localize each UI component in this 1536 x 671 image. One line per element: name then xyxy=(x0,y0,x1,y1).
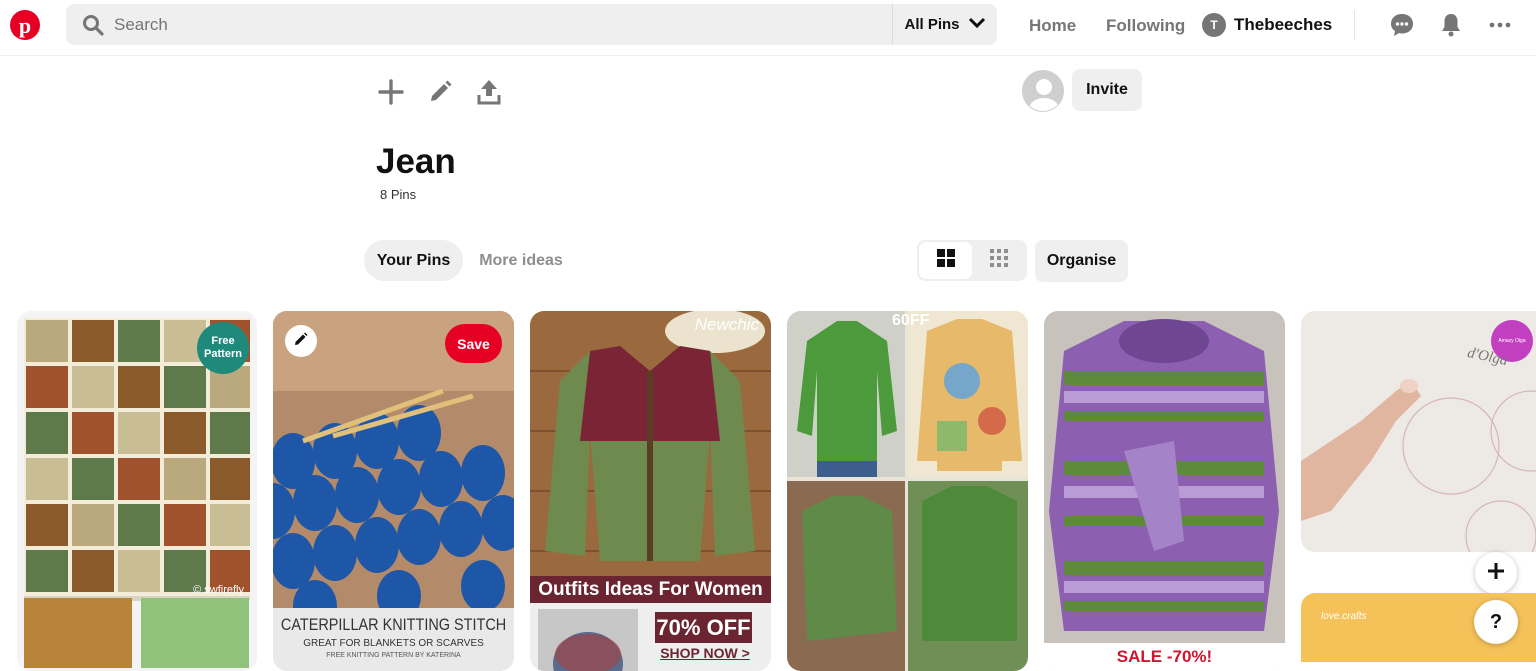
pin-brand-label: love.crafts xyxy=(1321,611,1367,622)
pin-image-tertiary xyxy=(141,598,249,668)
edit-pencil-icon[interactable] xyxy=(425,77,455,107)
svg-text:p: p xyxy=(19,13,31,38)
user-name: Thebeeches xyxy=(1234,15,1333,34)
pin-image xyxy=(1044,311,1285,643)
pencil-icon xyxy=(294,332,308,351)
promo-label: 70% OFF xyxy=(655,612,752,643)
default-grid-view-button[interactable] xyxy=(919,242,972,279)
pin-caption-subtitle: GREAT FOR BLANKETS OR SCARVES xyxy=(303,638,484,649)
plus-icon xyxy=(1487,562,1505,585)
more-options-icon[interactable] xyxy=(1487,12,1513,38)
share-upload-icon[interactable] xyxy=(474,77,504,107)
invite-button[interactable]: Invite xyxy=(1072,69,1142,111)
pin-watermark: © swfirefly xyxy=(193,584,244,596)
chevron-down-icon xyxy=(968,16,986,33)
organise-button[interactable]: Organise xyxy=(1035,240,1128,282)
tab-more-ideas[interactable]: More ideas xyxy=(468,240,574,281)
search-icon xyxy=(82,14,104,36)
nav-following-link[interactable]: Following xyxy=(1106,16,1185,36)
tab-your-pins[interactable]: Your Pins xyxy=(364,240,463,281)
top-navigation-bar: p All Pins Home Following T Thebeeches xyxy=(0,0,1536,56)
search-scope-label: All Pins xyxy=(904,16,960,33)
pin-banner: Outfits Ideas For Women xyxy=(530,576,771,603)
add-pin-button[interactable] xyxy=(1475,552,1517,594)
free-pattern-badge: Free Pattern xyxy=(197,322,249,374)
pin-image: 60FF xyxy=(787,311,1028,671)
small-grid-icon xyxy=(989,249,1008,272)
pin-card[interactable]: Newchic Outfits Ideas For Women 70% OFF … xyxy=(530,311,771,671)
user-profile-link[interactable]: T Thebeeches xyxy=(1202,13,1332,37)
collaborator-avatar[interactable] xyxy=(1022,70,1064,112)
compact-grid-view-button[interactable] xyxy=(972,242,1025,279)
pin-image: Newchic xyxy=(530,311,771,576)
badge-line-1: Free xyxy=(211,335,235,347)
board-title: Jean xyxy=(376,142,456,181)
pin-card[interactable]: SALE -70%! xyxy=(1044,311,1285,671)
large-grid-icon xyxy=(936,249,955,272)
brand-watermark: Newchic xyxy=(694,315,759,334)
pin-badge: 60FF xyxy=(892,312,930,329)
avatar: T xyxy=(1202,13,1226,37)
pin-card[interactable]: 60FF xyxy=(787,311,1028,671)
badge-line-2: Pattern xyxy=(204,348,242,360)
pin-card[interactable]: Save CATERPILLAR KNITTING STITCH GREAT F… xyxy=(273,311,514,671)
notifications-bell-icon[interactable] xyxy=(1438,12,1464,38)
pinterest-logo-icon[interactable]: p xyxy=(10,10,40,40)
pin-count: 8 Pins xyxy=(380,187,417,202)
pin-card[interactable]: © swfirefly Free Pattern xyxy=(17,311,257,671)
pin-card[interactable]: Amazy Olga d'Olga xyxy=(1301,311,1536,552)
pin-image-secondary xyxy=(24,598,132,668)
nav-home-link[interactable]: Home xyxy=(1029,16,1076,36)
messages-icon[interactable] xyxy=(1389,12,1415,38)
view-size-toggle xyxy=(917,240,1027,281)
pin-caption-small: FREE KNITTING PATTERN BY KATERINA xyxy=(326,652,461,659)
nav-divider xyxy=(1354,10,1355,40)
shop-now-link[interactable]: SHOP NOW > xyxy=(660,645,750,661)
add-icon[interactable] xyxy=(376,77,406,107)
help-button[interactable]: ? xyxy=(1474,600,1518,644)
sale-banner: SALE -70%! xyxy=(1044,643,1285,671)
search-input[interactable] xyxy=(114,4,934,45)
search-bar: All Pins xyxy=(66,4,997,45)
edit-pin-button[interactable] xyxy=(285,325,317,357)
search-scope-dropdown[interactable]: All Pins xyxy=(893,4,997,45)
save-button[interactable]: Save xyxy=(445,324,502,363)
pin-caption-title: CATERPILLAR KNITTING STITCH xyxy=(280,615,507,634)
